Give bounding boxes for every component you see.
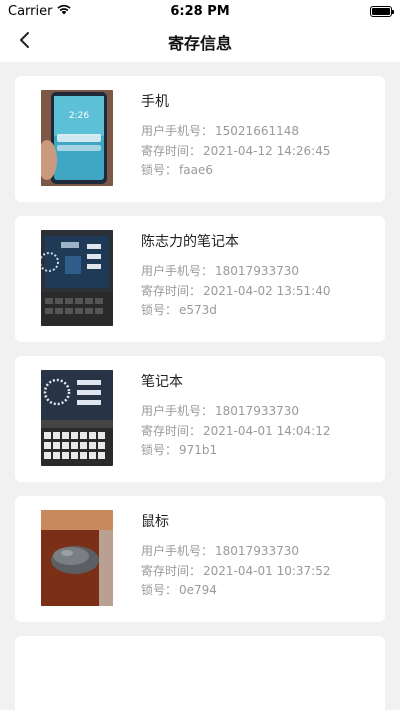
chevron-left-icon [18,31,30,53]
item-name: 笔记本 [141,374,183,390]
time-label: 寄存时间： [141,283,202,298]
item-photo [41,370,113,466]
time-value: 2021-04-12 14:26:45 [203,143,331,158]
time-label: 寄存时间： [141,423,202,438]
status-bar: Carrier 6:28 PM [0,0,400,22]
lock-row: 锁号： 971b1 [141,441,375,461]
item-info: 鼠标 用户手机号： 18017933730 寄存时间： 2021-04-01 10:… [141,512,375,601]
phone-label: 用户手机号： [141,544,214,558]
lock-row: 锁号： 0e794 [141,581,375,601]
time-value: 2021-04-01 10:37:52 [203,563,331,578]
storage-list[interactable]: 2:26 手机 用户手机号： 15021661148 寄存时间： 2021-04-1… [0,62,400,710]
item-info: 笔记本 用户手机号： 18017933730 寄存时间： 2021-04-01 14… [141,372,375,461]
storage-card[interactable]: 鼠标 用户手机号： 18017933730 寄存时间： 2021-04-01 10:… [15,496,385,622]
phone-row: 用户手机号： 18017933730 [141,402,375,422]
storage-card[interactable]: 2:26 手机 用户手机号： 15021661148 寄存时间： 2021-04-1… [15,76,385,202]
battery-icon [370,5,394,17]
lock-value: e573d [179,303,217,317]
lock-row: 锁号： e573d [141,301,375,321]
svg-text:2:26: 2:26 [69,111,89,121]
lock-label: 锁号： [141,583,178,597]
lock-row: 锁号： faae6 [141,161,375,181]
item-photo [41,510,113,606]
phone-value: 18017933730 [215,404,299,418]
item-photo [41,230,113,326]
page-title: 寄存信息 [167,34,232,53]
wifi-icon [56,3,72,19]
time-row: 寄存时间： 2021-04-02 13:51:40 [141,282,375,302]
item-info: 手机 用户手机号： 15021661148 寄存时间： 2021-04-12 14:… [141,92,375,181]
time-row: 寄存时间： 2021-04-01 10:37:52 [141,562,375,582]
lock-label: 锁号： [141,443,178,457]
phone-label: 用户手机号： [141,124,214,138]
lock-value: faae6 [179,163,213,177]
time-value: 2021-04-01 14:04:12 [203,423,331,438]
back-button[interactable] [10,28,38,56]
time-row: 寄存时间： 2021-04-01 14:04:12 [141,422,375,442]
lock-label: 锁号： [141,303,178,317]
phone-value: 18017933730 [215,544,299,558]
phone-label: 用户手机号： [141,264,214,278]
lock-value: 0e794 [179,583,217,597]
time-label: 寄存时间： [141,143,202,158]
phone-value: 18017933730 [215,264,299,278]
phone-label: 用户手机号： [141,404,214,418]
item-info: 陈志力的笔记本 用户手机号： 18017933730 寄存时间： 2021-04-0… [141,232,375,321]
status-left: Carrier [8,3,72,19]
time-label: 寄存时间： [141,563,202,578]
phone-row: 用户手机号： 18017933730 [141,262,375,282]
storage-card-partial[interactable] [15,636,385,710]
time-row: 寄存时间： 2021-04-12 14:26:45 [141,142,375,162]
carrier-label: Carrier [8,3,53,19]
status-time: 6:28 PM [170,3,230,19]
phone-value: 15021661148 [215,124,299,138]
navigation-bar: 寄存信息 [0,22,400,62]
storage-card[interactable]: 笔记本 用户手机号： 18017933730 寄存时间： 2021-04-01 14… [15,356,385,482]
item-name: 手机 [141,94,169,110]
lock-value: 971b1 [179,443,218,457]
phone-row: 用户手机号： 15021661148 [141,122,375,142]
storage-card[interactable]: 陈志力的笔记本 用户手机号： 18017933730 寄存时间： 2021-04-0… [15,216,385,342]
time-value: 2021-04-02 13:51:40 [203,283,331,298]
phone-row: 用户手机号： 18017933730 [141,542,375,562]
item-name: 鼠标 [141,514,169,530]
item-photo: 2:26 [41,90,113,186]
lock-label: 锁号： [141,163,178,177]
item-name: 陈志力的笔记本 [141,234,239,250]
